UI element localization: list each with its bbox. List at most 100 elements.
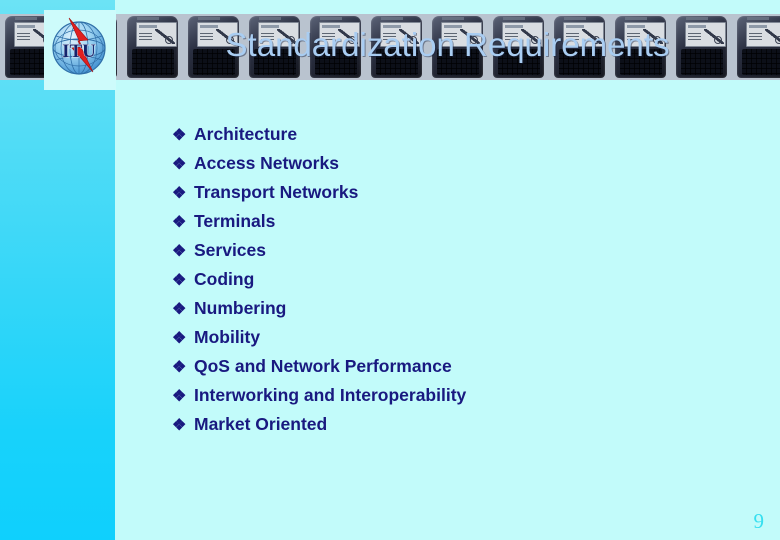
pda-screen (746, 22, 780, 47)
pda-photo-tile (549, 14, 610, 80)
pda-photo-tile (183, 14, 244, 80)
itu-logo-text: ITU (62, 41, 96, 62)
pda-keyboard (681, 49, 723, 75)
diamond-bullet-icon: ❖ (172, 330, 187, 347)
pda-device-body (554, 16, 605, 78)
pda-photo-tile (488, 14, 549, 80)
list-item-label: Coding (194, 269, 255, 289)
pda-brand-strip (15, 17, 37, 20)
presentation-slide: Standardization Requirements ITU ❖ Archi… (0, 0, 780, 540)
itu-logo: ITU (48, 12, 110, 82)
pda-brand-strip (137, 17, 159, 20)
list-item: ❖ Coding (172, 269, 732, 298)
pda-brand-strip (625, 17, 647, 20)
list-item-label: QoS and Network Performance (194, 356, 452, 376)
pda-device-body (432, 16, 483, 78)
diamond-bullet-icon: ❖ (172, 359, 187, 376)
pda-device-body (371, 16, 422, 78)
pda-keyboard (254, 49, 296, 75)
pda-screen-graphic (155, 29, 175, 44)
pda-brand-strip (747, 17, 769, 20)
list-item: ❖ Terminals (172, 211, 732, 240)
pda-photo-tiles (0, 14, 780, 80)
pda-screen (319, 22, 360, 47)
pda-photo-tile (305, 14, 366, 80)
pda-brand-strip (503, 17, 525, 20)
list-item-label: Terminals (194, 211, 276, 231)
pda-screen-graphic (765, 29, 780, 44)
list-item-label: Services (194, 240, 267, 260)
pda-screen (380, 22, 421, 47)
pda-keyboard (437, 49, 479, 75)
pda-photo-tile (366, 14, 427, 80)
list-item-label: Interworking and Interoperability (194, 385, 467, 405)
list-item-label: Transport Networks (194, 182, 359, 202)
pda-screen-graphic (216, 29, 236, 44)
pda-photo-tile (427, 14, 488, 80)
list-item: ❖ Architecture (172, 124, 732, 153)
pda-screen-graphic (460, 29, 480, 44)
pda-device-body (615, 16, 666, 78)
pda-keyboard (315, 49, 357, 75)
list-item-label: Numbering (194, 298, 287, 318)
pda-screen-graphic (704, 29, 724, 44)
pda-brand-strip (686, 17, 708, 20)
diamond-bullet-icon: ❖ (172, 417, 187, 434)
pda-brand-strip (381, 17, 403, 20)
diamond-bullet-icon: ❖ (172, 243, 187, 260)
pda-keyboard (498, 49, 540, 75)
list-item: ❖ Interworking and Interoperability (172, 385, 732, 414)
pda-screen (197, 22, 238, 47)
pda-brand-strip (564, 17, 586, 20)
pda-screen (563, 22, 604, 47)
pda-device-body (493, 16, 544, 78)
list-item: ❖ Market Oriented (172, 414, 732, 443)
pda-device-body (310, 16, 361, 78)
diamond-bullet-icon: ❖ (172, 185, 187, 202)
pda-screen (441, 22, 482, 47)
list-item: ❖ Mobility (172, 327, 732, 356)
pda-keyboard (132, 49, 174, 75)
pda-screen (685, 22, 726, 47)
pda-screen (136, 22, 177, 47)
pda-keyboard (620, 49, 662, 75)
list-item: ❖ Numbering (172, 298, 732, 327)
pda-screen-graphic (399, 29, 419, 44)
slide-page-number: 9 (753, 509, 765, 533)
list-item: ❖ QoS and Network Performance (172, 356, 732, 385)
pda-screen-graphic (338, 29, 358, 44)
pda-device-body (188, 16, 239, 78)
list-item-label: Architecture (194, 124, 298, 144)
pda-device-body (676, 16, 727, 78)
diamond-bullet-icon: ❖ (172, 156, 187, 173)
pda-screen (502, 22, 543, 47)
pda-keyboard (742, 49, 780, 75)
list-item: ❖ Transport Networks (172, 182, 732, 211)
diamond-bullet-icon: ❖ (172, 127, 187, 144)
pda-device-body (127, 16, 178, 78)
pda-screen-graphic (521, 29, 541, 44)
list-item-label: Access Networks (194, 153, 339, 173)
pda-keyboard (193, 49, 235, 75)
requirements-bullet-list: ❖ Architecture ❖ Access Networks ❖ Transport … (172, 124, 732, 443)
pda-brand-strip (442, 17, 464, 20)
diamond-bullet-icon: ❖ (172, 272, 187, 289)
pda-device-body (249, 16, 300, 78)
pda-screen (258, 22, 299, 47)
pda-photo-tile (122, 14, 183, 80)
list-item: ❖ Services (172, 240, 732, 269)
pda-screen-graphic (277, 29, 297, 44)
pda-brand-strip (259, 17, 281, 20)
list-item-label: Market Oriented (194, 414, 328, 434)
list-item: ❖ Access Networks (172, 153, 732, 182)
pda-photo-tile (732, 14, 780, 80)
pda-photo-tile (671, 14, 732, 80)
pda-device-body (737, 16, 780, 78)
pda-photo-tile (610, 14, 671, 80)
pda-keyboard (559, 49, 601, 75)
diamond-bullet-icon: ❖ (172, 214, 187, 231)
pda-screen-graphic (582, 29, 602, 44)
pda-screen (624, 22, 665, 47)
diamond-bullet-icon: ❖ (172, 388, 187, 405)
pda-keyboard (376, 49, 418, 75)
